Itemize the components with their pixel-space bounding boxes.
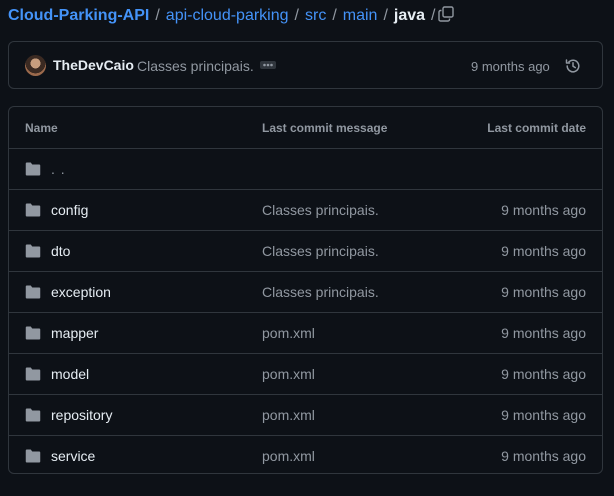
folder-name-link[interactable]: repository (51, 407, 112, 423)
breadcrumb-separator: / (332, 7, 337, 24)
commit-message-link[interactable]: Classes principais. (262, 243, 379, 259)
file-directory-fill-icon (25, 162, 41, 176)
history-button[interactable] (563, 56, 583, 76)
file-directory-fill-icon (25, 408, 41, 422)
parent-directory-link[interactable]: . . (51, 161, 66, 177)
commit-message-link[interactable]: pom.xml (262, 407, 315, 423)
folder-name-link[interactable]: service (51, 448, 95, 464)
file-directory-fill-icon (25, 326, 41, 340)
table-row[interactable]: config Classes principais. 9 months ago (9, 190, 602, 231)
commit-date: 9 months ago (501, 325, 586, 341)
folder-name-link[interactable]: config (51, 202, 88, 218)
file-table: Name Last commit message Last commit dat… (8, 106, 603, 474)
commit-message-link[interactable]: pom.xml (262, 448, 315, 464)
kebab-horizontal-icon (260, 61, 276, 69)
commit-message-link[interactable]: pom.xml (262, 325, 315, 341)
table-row[interactable]: model pom.xml 9 months ago (9, 354, 602, 395)
column-header-date: Last commit date (487, 120, 586, 135)
commit-date: 9 months ago (501, 407, 586, 423)
commit-message-link[interactable]: Classes principais. (262, 284, 379, 300)
copy-path-button[interactable] (436, 4, 456, 24)
file-directory-fill-icon (25, 449, 41, 463)
file-directory-fill-icon (25, 367, 41, 381)
breadcrumb-link-src[interactable]: src (305, 7, 326, 25)
history-icon (565, 59, 580, 73)
folder-name-link[interactable]: mapper (51, 325, 98, 341)
breadcrumb-repo-link[interactable]: Cloud-Parking-API (8, 7, 149, 25)
folder-name-link[interactable]: model (51, 366, 89, 382)
table-row[interactable]: service pom.xml 9 months ago (9, 436, 602, 473)
file-directory-fill-icon (25, 203, 41, 217)
commit-message-link[interactable]: pom.xml (262, 366, 315, 382)
column-header-message: Last commit message (262, 120, 388, 135)
avatar[interactable] (25, 55, 46, 76)
breadcrumb-link-main[interactable]: main (343, 7, 378, 25)
commit-date: 9 months ago (501, 448, 586, 464)
breadcrumb: Cloud-Parking-API / api-cloud-parking / … (8, 4, 442, 28)
breadcrumb-separator: / (294, 7, 299, 24)
commit-date: 9 months ago (501, 284, 586, 300)
commit-message-link[interactable]: Classes principais. (262, 202, 379, 218)
commit-time: 9 months ago (471, 59, 550, 74)
latest-commit-box: TheDevCaio Classes principais. 9 months … (8, 41, 603, 89)
commit-date: 9 months ago (501, 202, 586, 218)
breadcrumb-current: java (393, 7, 426, 24)
table-row[interactable]: dto Classes principais. 9 months ago (9, 231, 602, 272)
folder-name-link[interactable]: dto (51, 243, 70, 259)
commit-author-link[interactable]: TheDevCaio (53, 57, 134, 73)
breadcrumb-separator: / (155, 7, 160, 24)
table-row[interactable]: mapper pom.xml 9 months ago (9, 313, 602, 354)
table-row[interactable]: exception Classes principais. 9 months a… (9, 272, 602, 313)
table-row-parent-directory[interactable]: . . (9, 149, 602, 190)
expand-commit-button[interactable] (259, 59, 277, 71)
folder-name-link[interactable]: exception (51, 284, 111, 300)
file-directory-fill-icon (25, 244, 41, 258)
breadcrumb-link-api-cloud-parking[interactable]: api-cloud-parking (166, 7, 289, 25)
column-header-name: Name (25, 120, 58, 135)
file-directory-fill-icon (25, 285, 41, 299)
commit-date: 9 months ago (501, 366, 586, 382)
breadcrumb-separator: / (383, 7, 388, 24)
commit-message-link[interactable]: Classes principais. (137, 58, 254, 74)
commit-date: 9 months ago (501, 243, 586, 259)
table-header: Name Last commit message Last commit dat… (9, 107, 602, 149)
copy-icon (438, 6, 454, 22)
table-row[interactable]: repository pom.xml 9 months ago (9, 395, 602, 436)
